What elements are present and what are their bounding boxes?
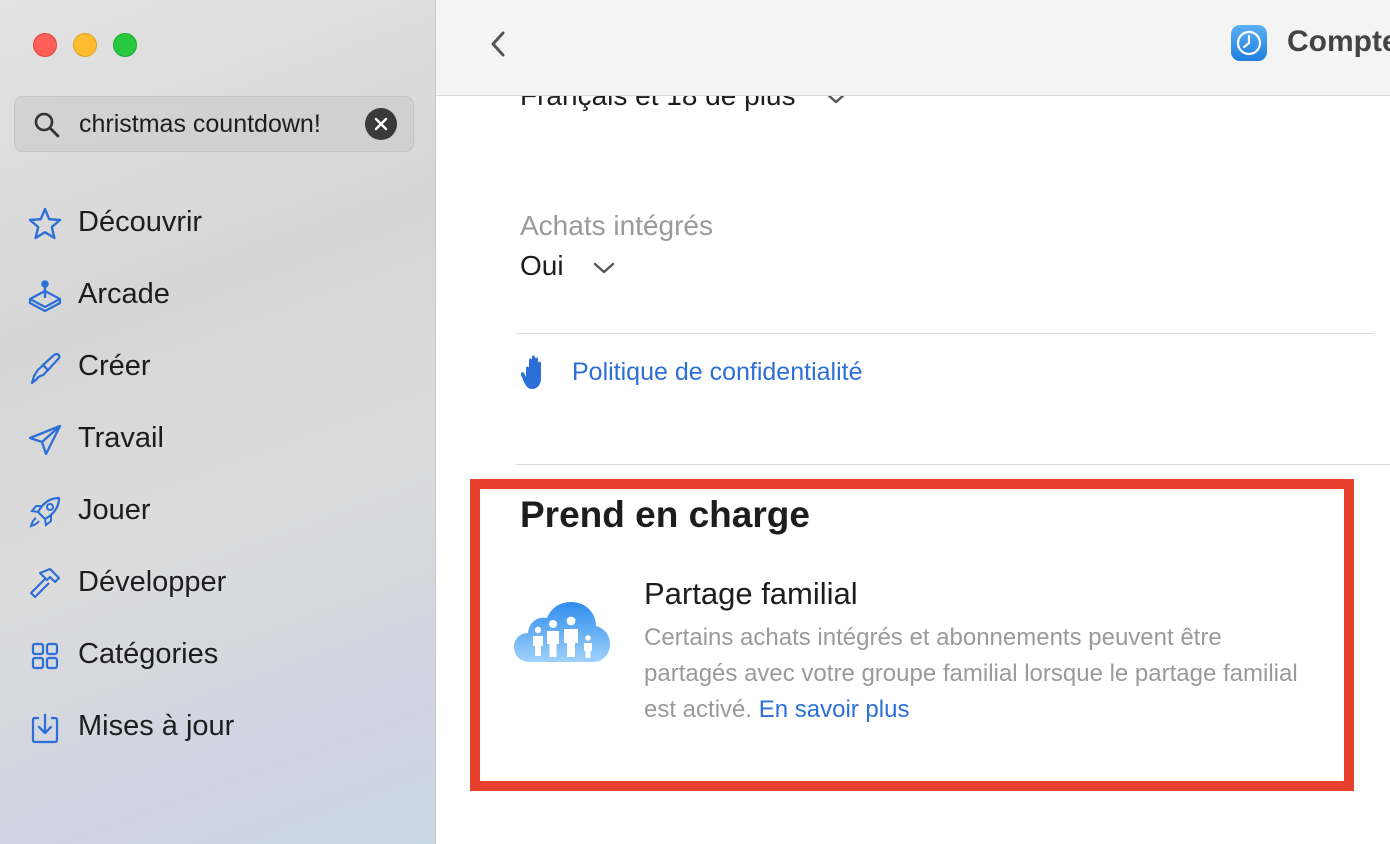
search-icon	[34, 112, 60, 138]
sidebar-item-discover[interactable]: Découvrir	[0, 187, 435, 259]
hammer-icon	[29, 567, 61, 599]
sidebar-item-label: Arcade	[78, 278, 170, 310]
search-input[interactable]	[79, 107, 369, 141]
supports-section-title: Prend en charge	[520, 494, 810, 535]
app-detail-content: Français et 18 de plus Achats intégrés O…	[436, 96, 1390, 844]
sidebar-item-label: Travail	[78, 422, 164, 454]
chevron-down-icon	[594, 262, 615, 273]
rocket-icon	[29, 496, 61, 528]
app-title: Compte	[1287, 25, 1390, 58]
learn-more-link[interactable]: En savoir plus	[759, 696, 910, 723]
minimize-window-button[interactable]	[73, 33, 97, 57]
chevron-down-icon	[828, 96, 845, 103]
sidebar-item-label: Développer	[78, 566, 227, 598]
family-sharing-title: Partage familial	[644, 576, 858, 611]
sidebar-item-play[interactable]: Jouer	[0, 475, 435, 547]
sidebar-nav: Découvrir Arcade Créer Travail Jouer Dév…	[0, 187, 435, 763]
divider	[516, 333, 1374, 334]
sidebar-item-arcade[interactable]: Arcade	[0, 259, 435, 331]
sidebar-item-label: Catégories	[78, 638, 219, 670]
grid-icon	[31, 642, 59, 670]
languages-row[interactable]: Français et 18 de plus	[520, 96, 847, 112]
in-app-purchases-label: Achats intégrés	[520, 210, 713, 241]
sidebar: Découvrir Arcade Créer Travail	[0, 0, 436, 844]
toolbar: Compte	[436, 0, 1390, 96]
sidebar-item-label: Jouer	[78, 494, 151, 526]
joystick-icon	[28, 280, 62, 313]
sidebar-item-categories[interactable]: Catégories	[0, 619, 435, 691]
clock-icon	[1236, 30, 1262, 56]
sidebar-item-label: Créer	[78, 350, 151, 382]
sidebar-item-work[interactable]: Travail	[0, 403, 435, 475]
languages-value: Français et 18 de plus	[520, 96, 796, 111]
sidebar-item-develop[interactable]: Développer	[0, 547, 435, 619]
back-button[interactable]	[486, 28, 510, 60]
zoom-window-button[interactable]	[113, 33, 137, 57]
app-icon	[1231, 25, 1267, 61]
in-app-purchases-value: Oui	[520, 250, 564, 281]
hand-raised-icon	[520, 355, 541, 389]
sidebar-item-create[interactable]: Créer	[0, 331, 435, 403]
download-icon	[31, 714, 59, 744]
family-sharing-text: Certains achats intégrés et abonnements …	[644, 624, 1298, 723]
clear-search-button[interactable]	[365, 108, 397, 140]
star-icon	[28, 207, 62, 240]
sidebar-item-updates[interactable]: Mises à jour	[0, 691, 435, 763]
family-sharing-description: Certains achats intégrés et abonnements …	[644, 620, 1316, 728]
paintbrush-icon	[30, 352, 61, 385]
sidebar-item-label: Mises à jour	[78, 710, 235, 742]
privacy-policy-label: Politique de confidentialité	[572, 358, 863, 386]
close-icon	[374, 117, 388, 131]
divider	[516, 464, 1390, 465]
in-app-purchases-toggle[interactable]: Oui	[520, 250, 615, 282]
family-sharing-icon	[514, 602, 610, 662]
paperplane-icon	[28, 424, 62, 456]
sidebar-item-label: Découvrir	[78, 206, 203, 238]
search-field[interactable]	[14, 96, 414, 152]
close-window-button[interactable]	[33, 33, 57, 57]
